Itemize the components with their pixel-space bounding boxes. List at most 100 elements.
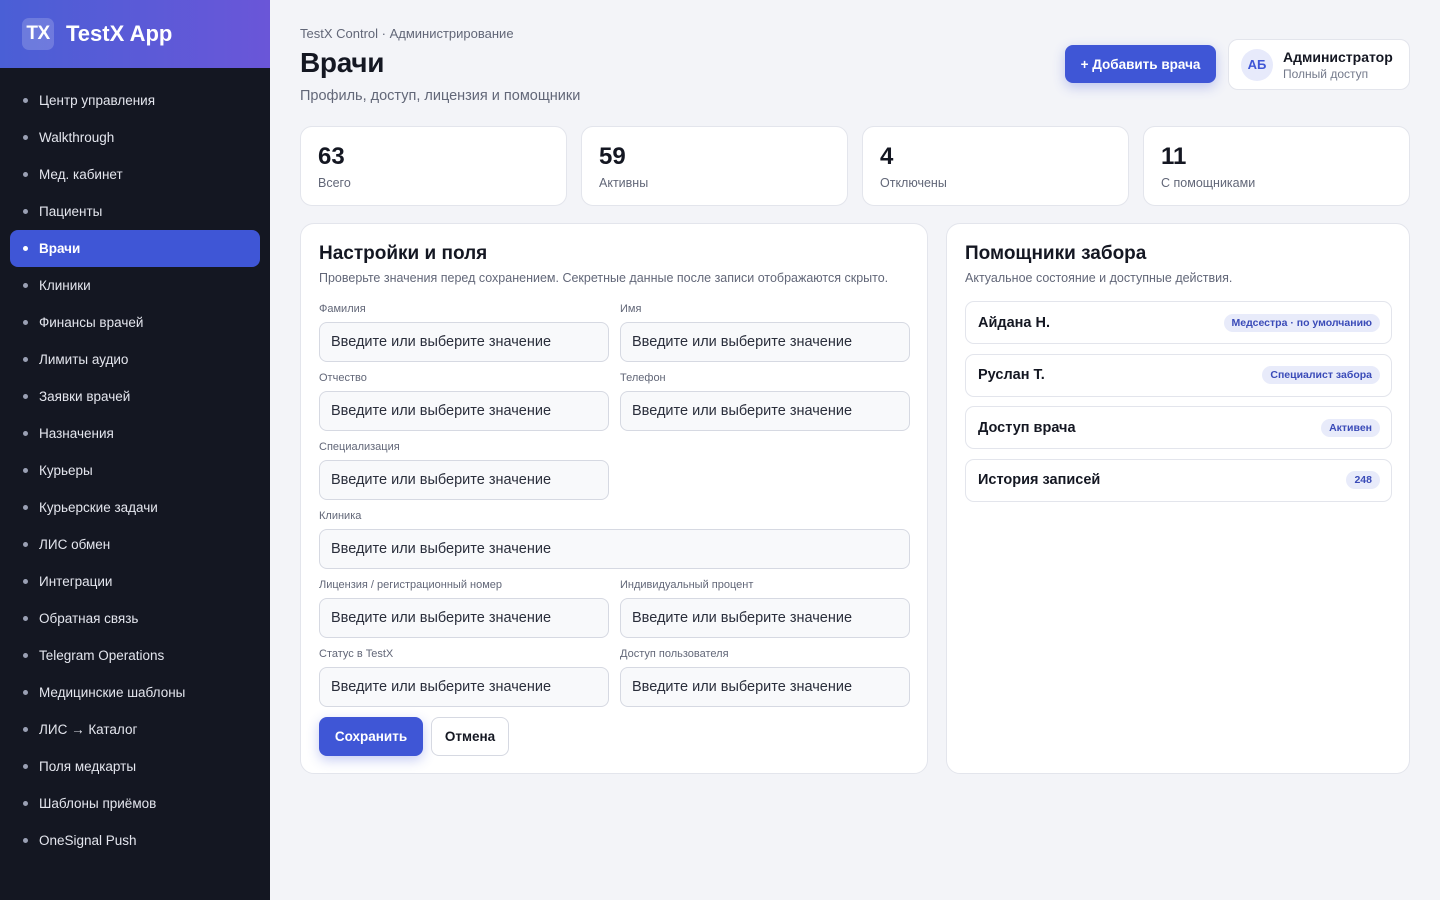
stat-label: Активны: [599, 176, 649, 190]
sidebar-item-courier-tasks[interactable]: Курьерские задачи: [10, 489, 260, 526]
bullet-icon: [23, 357, 28, 362]
field-label: Индивидуальный процент: [620, 579, 754, 591]
user-info: Администратор Полный доступ: [1283, 49, 1393, 81]
bullet-icon: [23, 616, 28, 621]
sidebar-item-label: Клиники: [39, 278, 91, 293]
bullet-icon: [23, 727, 28, 732]
helper-name: Айдана Н.: [978, 314, 1051, 331]
sidebar-item-couriers[interactable]: Курьеры: [10, 452, 260, 489]
sidebar-item-onesignal-push[interactable]: OneSignal Push: [10, 822, 260, 859]
field-label: Фамилия: [319, 303, 366, 315]
sidebar-item-label: Пациенты: [39, 204, 103, 219]
bullet-icon: [23, 246, 28, 251]
settings-panel: Настройки и поля Проверьте значения пере…: [300, 223, 928, 774]
sidebar-item-doctor-finance[interactable]: Финансы врачей: [10, 304, 260, 341]
sidebar-item-label: Врачи: [39, 241, 81, 256]
user-access-input[interactable]: [620, 667, 910, 707]
sidebar-item-label: Медицинские шаблоны: [39, 685, 186, 700]
sidebar-item-label: Лимиты аудио: [39, 352, 129, 367]
stat-card-active: 59 Активны: [581, 126, 848, 206]
clinic-input[interactable]: [319, 529, 910, 569]
list-item[interactable]: Доступ врача Активен: [965, 406, 1392, 449]
bullet-icon: [23, 135, 28, 140]
sidebar-item-clinics[interactable]: Клиники: [10, 267, 260, 304]
add-doctor-button[interactable]: + Добавить врача: [1065, 45, 1216, 83]
sidebar-item-lis-catalog[interactable]: ЛИС → Каталог: [10, 711, 260, 748]
bullet-icon: [23, 764, 28, 769]
sidebar-item-lis-exchange[interactable]: ЛИС обмен: [10, 526, 260, 563]
specialization-input[interactable]: [319, 460, 609, 500]
sidebar-item-medcard-fields[interactable]: Поля медкарты: [10, 748, 260, 785]
license-field-group: Лицензия / регистрационный номер: [319, 579, 609, 638]
bullet-icon: [23, 209, 28, 214]
stat-value: 63: [318, 143, 345, 170]
field-label: Статус в TestX: [319, 648, 394, 660]
helper-name: Руслан Т.: [978, 367, 1045, 383]
sidebar-item-label: Заявки врачей: [39, 389, 131, 404]
list-item[interactable]: Руслан Т. Специалист забора: [965, 353, 1392, 397]
sidebar-item-label: Курьерские задачи: [39, 500, 158, 515]
list-item[interactable]: История записей 248: [965, 458, 1392, 502]
sidebar-item-audio-limits[interactable]: Лимиты аудио: [10, 341, 260, 378]
sidebar-item-visit-templates[interactable]: Шаблоны приёмов: [10, 785, 260, 822]
stats-row: 63 Всего 59 Активны 4 Отключены 11 С пом…: [300, 126, 1410, 206]
sidebar-item-medical-templates[interactable]: Медицинские шаблоны: [10, 674, 260, 711]
user-name: Администратор: [1283, 48, 1393, 65]
first-name-input[interactable]: [620, 322, 910, 362]
brand-header[interactable]: TX TestX App: [0, 0, 270, 68]
save-button[interactable]: Сохранить: [319, 717, 423, 756]
sidebar-item-label: Центр управления: [39, 93, 156, 108]
breadcrumb: TestX Control · Администрирование: [300, 26, 514, 41]
field-label: Телефон: [620, 372, 666, 384]
bullet-icon: [23, 172, 28, 177]
bullet-icon: [23, 505, 28, 510]
percent-input[interactable]: [620, 598, 910, 638]
stat-card-disabled: 4 Отключены: [862, 126, 1129, 206]
field-label: Доступ пользователя: [620, 648, 729, 660]
sidebar-item-telegram-operations[interactable]: Telegram Operations: [10, 637, 260, 674]
sidebar-item-doctors[interactable]: Врачи: [10, 230, 260, 267]
stat-label: С помощниками: [1161, 176, 1256, 190]
sidebar-item-label: Шаблоны приёмов: [39, 796, 157, 811]
status-field-group: Статус в TestX: [319, 648, 609, 707]
field-label: Отчество: [319, 372, 367, 384]
sidebar-item-label: Поля медкарты: [39, 759, 137, 774]
cancel-button[interactable]: Отмена: [431, 717, 509, 756]
sidebar-item-control-center[interactable]: Центр управления: [10, 82, 260, 119]
sidebar-item-integrations[interactable]: Интеграции: [10, 563, 260, 600]
sidebar-item-doctor-requests[interactable]: Заявки врачей: [10, 378, 260, 415]
helpers-list: Айдана Н. Медсестра · по умолчанию Русла…: [965, 301, 1392, 511]
status-badge: Специалист забора: [1262, 366, 1380, 384]
sidebar-item-label: OneSignal Push: [39, 833, 137, 848]
settings-panel-title: Настройки и поля: [319, 243, 488, 264]
sidebar-item-patients[interactable]: Пациенты: [10, 193, 260, 230]
sidebar-item-label: ЛИС → Каталог: [39, 722, 138, 737]
last-name-input[interactable]: [319, 322, 609, 362]
sidebar-item-appointments[interactable]: Назначения: [10, 415, 260, 452]
sidebar-item-feedback[interactable]: Обратная связь: [10, 600, 260, 637]
sidebar-item-label: Курьеры: [39, 463, 93, 478]
field-label: Имя: [620, 303, 642, 315]
count-badge: 248: [1346, 471, 1380, 489]
user-menu[interactable]: АБ Администратор Полный доступ: [1228, 39, 1410, 90]
avatar: АБ: [1241, 48, 1273, 81]
sidebar-item-med-cabinet[interactable]: Мед. кабинет: [10, 156, 260, 193]
stat-card-total: 63 Всего: [300, 126, 567, 206]
stat-label: Отключены: [880, 176, 947, 190]
license-input[interactable]: [319, 598, 609, 638]
sidebar-item-walkthrough[interactable]: Walkthrough: [10, 119, 260, 156]
bullet-icon: [23, 431, 28, 436]
bullet-icon: [23, 320, 28, 325]
middle-name-input[interactable]: [319, 391, 609, 431]
bullet-icon: [23, 838, 28, 843]
helpers-panel-subtitle: Актуальное состояние и доступные действи…: [965, 271, 1233, 285]
field-label: Клиника: [319, 510, 362, 522]
user-access-field-group: Доступ пользователя: [620, 648, 910, 707]
list-item[interactable]: Айдана Н. Медсестра · по умолчанию: [965, 301, 1392, 344]
status-input[interactable]: [319, 667, 609, 707]
sidebar-item-label: Мед. кабинет: [39, 167, 123, 182]
sidebar: TX TestX App Центр управления Walkthroug…: [0, 0, 270, 900]
sidebar-item-label: Интеграции: [39, 574, 113, 589]
phone-input[interactable]: [620, 391, 910, 431]
page-subtitle: Профиль, доступ, лицензия и помощники: [300, 88, 581, 104]
